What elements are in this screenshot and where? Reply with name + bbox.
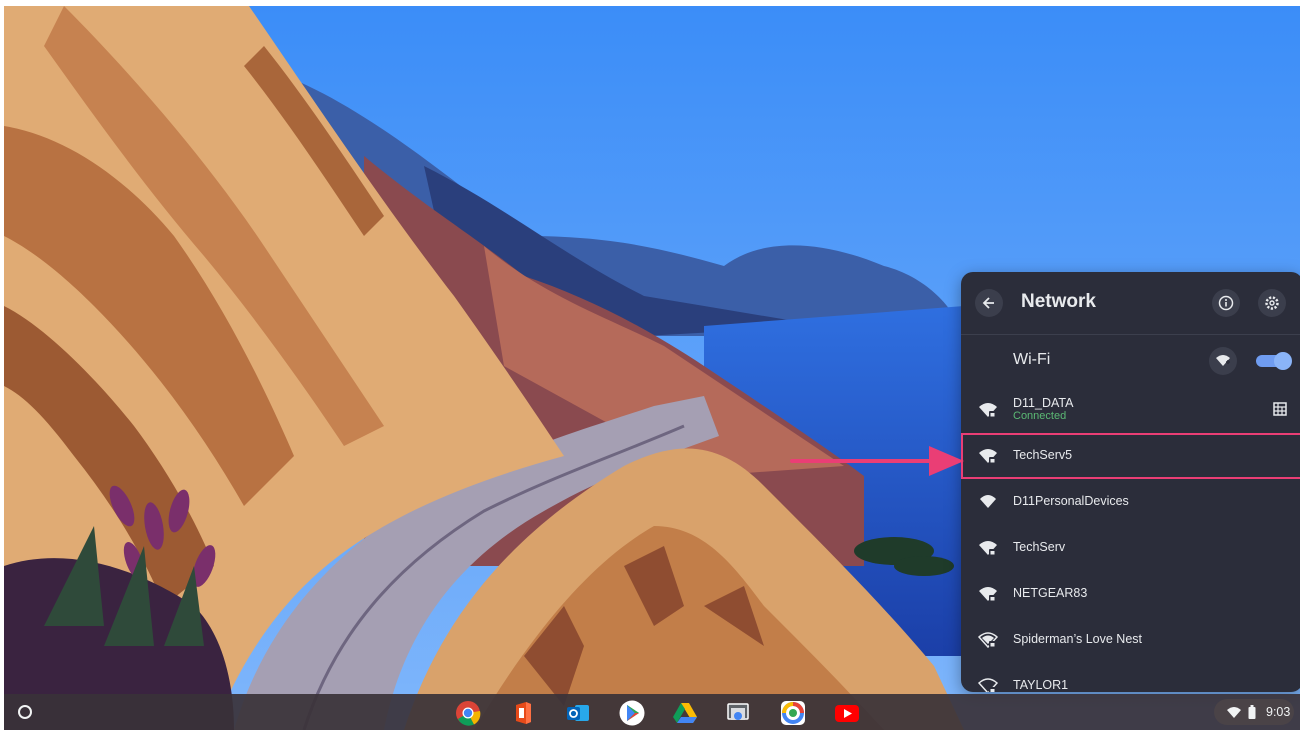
add-wifi-button[interactable] (1209, 347, 1237, 375)
office-icon[interactable] (510, 700, 536, 726)
wifi-label: Wi-Fi (1013, 351, 1051, 368)
wifi-locked-icon (979, 541, 997, 555)
clock: 9:03 (1266, 705, 1291, 719)
panel-header: Network (961, 272, 1300, 335)
battery-icon (1248, 705, 1256, 719)
network-name: TechServ5 (1013, 448, 1073, 462)
network-name: D11PersonalDevices (1013, 494, 1129, 508)
wifi-locked-icon (979, 587, 997, 601)
network-item-d11personaldevices[interactable]: D11PersonalDevices (961, 479, 1300, 525)
settings-button[interactable] (1258, 289, 1286, 317)
network-item-netgear83[interactable]: NETGEAR83 (961, 571, 1300, 617)
wifi-locked-icon (979, 403, 997, 417)
chrome-icon[interactable] (455, 700, 481, 726)
drive-icon[interactable] (672, 700, 698, 726)
network-name: D11_DATA (1013, 396, 1074, 410)
network-name: Spiderman’s Love Nest (1013, 632, 1143, 646)
network-panel: Network Wi-Fi D11_DATA Connected TechSer… (961, 272, 1300, 692)
desktop: Network Wi-Fi D11_DATA Connected TechSer… (4, 6, 1300, 730)
outlook-icon[interactable] (565, 700, 591, 726)
shelf: 9:03 (4, 694, 1300, 730)
highlight-arrow (790, 446, 964, 476)
wifi-locked-icon (979, 449, 997, 463)
network-item-spiderman[interactable]: Spiderman’s Love Nest (961, 617, 1300, 663)
back-button[interactable] (975, 289, 1003, 317)
arrow-left-icon (982, 297, 994, 309)
network-name: TechServ (1013, 540, 1066, 554)
network-item-techserv5[interactable]: TechServ5 (961, 433, 1300, 479)
status-area[interactable]: 9:03 (1214, 699, 1294, 725)
network-name: NETGEAR83 (1013, 586, 1088, 600)
network-status: Connected (1013, 410, 1067, 422)
camera-icon[interactable] (780, 700, 806, 726)
network-list: D11_DATA Connected TechServ5 D11Personal… (961, 387, 1300, 692)
wifi-locked-outline-icon (978, 678, 998, 692)
toggle-knob (1274, 352, 1292, 370)
wifi-header-row: Wi-Fi (961, 335, 1300, 387)
info-button[interactable] (1212, 289, 1240, 317)
network-name: TAYLOR1 (1013, 678, 1069, 692)
gear-icon (1265, 296, 1279, 310)
network-item-techserv[interactable]: TechServ (961, 525, 1300, 571)
launcher-button[interactable] (18, 705, 32, 719)
wifi-status-icon (1227, 707, 1241, 718)
info-icon (1218, 295, 1234, 311)
wifi-icon (980, 495, 996, 508)
play-store-icon[interactable] (619, 700, 645, 726)
network-item-d11-data[interactable]: D11_DATA Connected (961, 387, 1300, 433)
wifi-add-icon (1216, 355, 1230, 366)
wifi-locked-outline-icon (978, 632, 998, 649)
youtube-icon[interactable] (834, 700, 860, 726)
network-item-taylor1[interactable]: TAYLOR1 (961, 663, 1300, 692)
enterprise-building-icon (1273, 402, 1287, 416)
panel-title: Network (1021, 291, 1096, 312)
wifi-toggle[interactable] (1256, 352, 1292, 370)
chrome-remote-desktop-icon[interactable] (725, 700, 751, 726)
